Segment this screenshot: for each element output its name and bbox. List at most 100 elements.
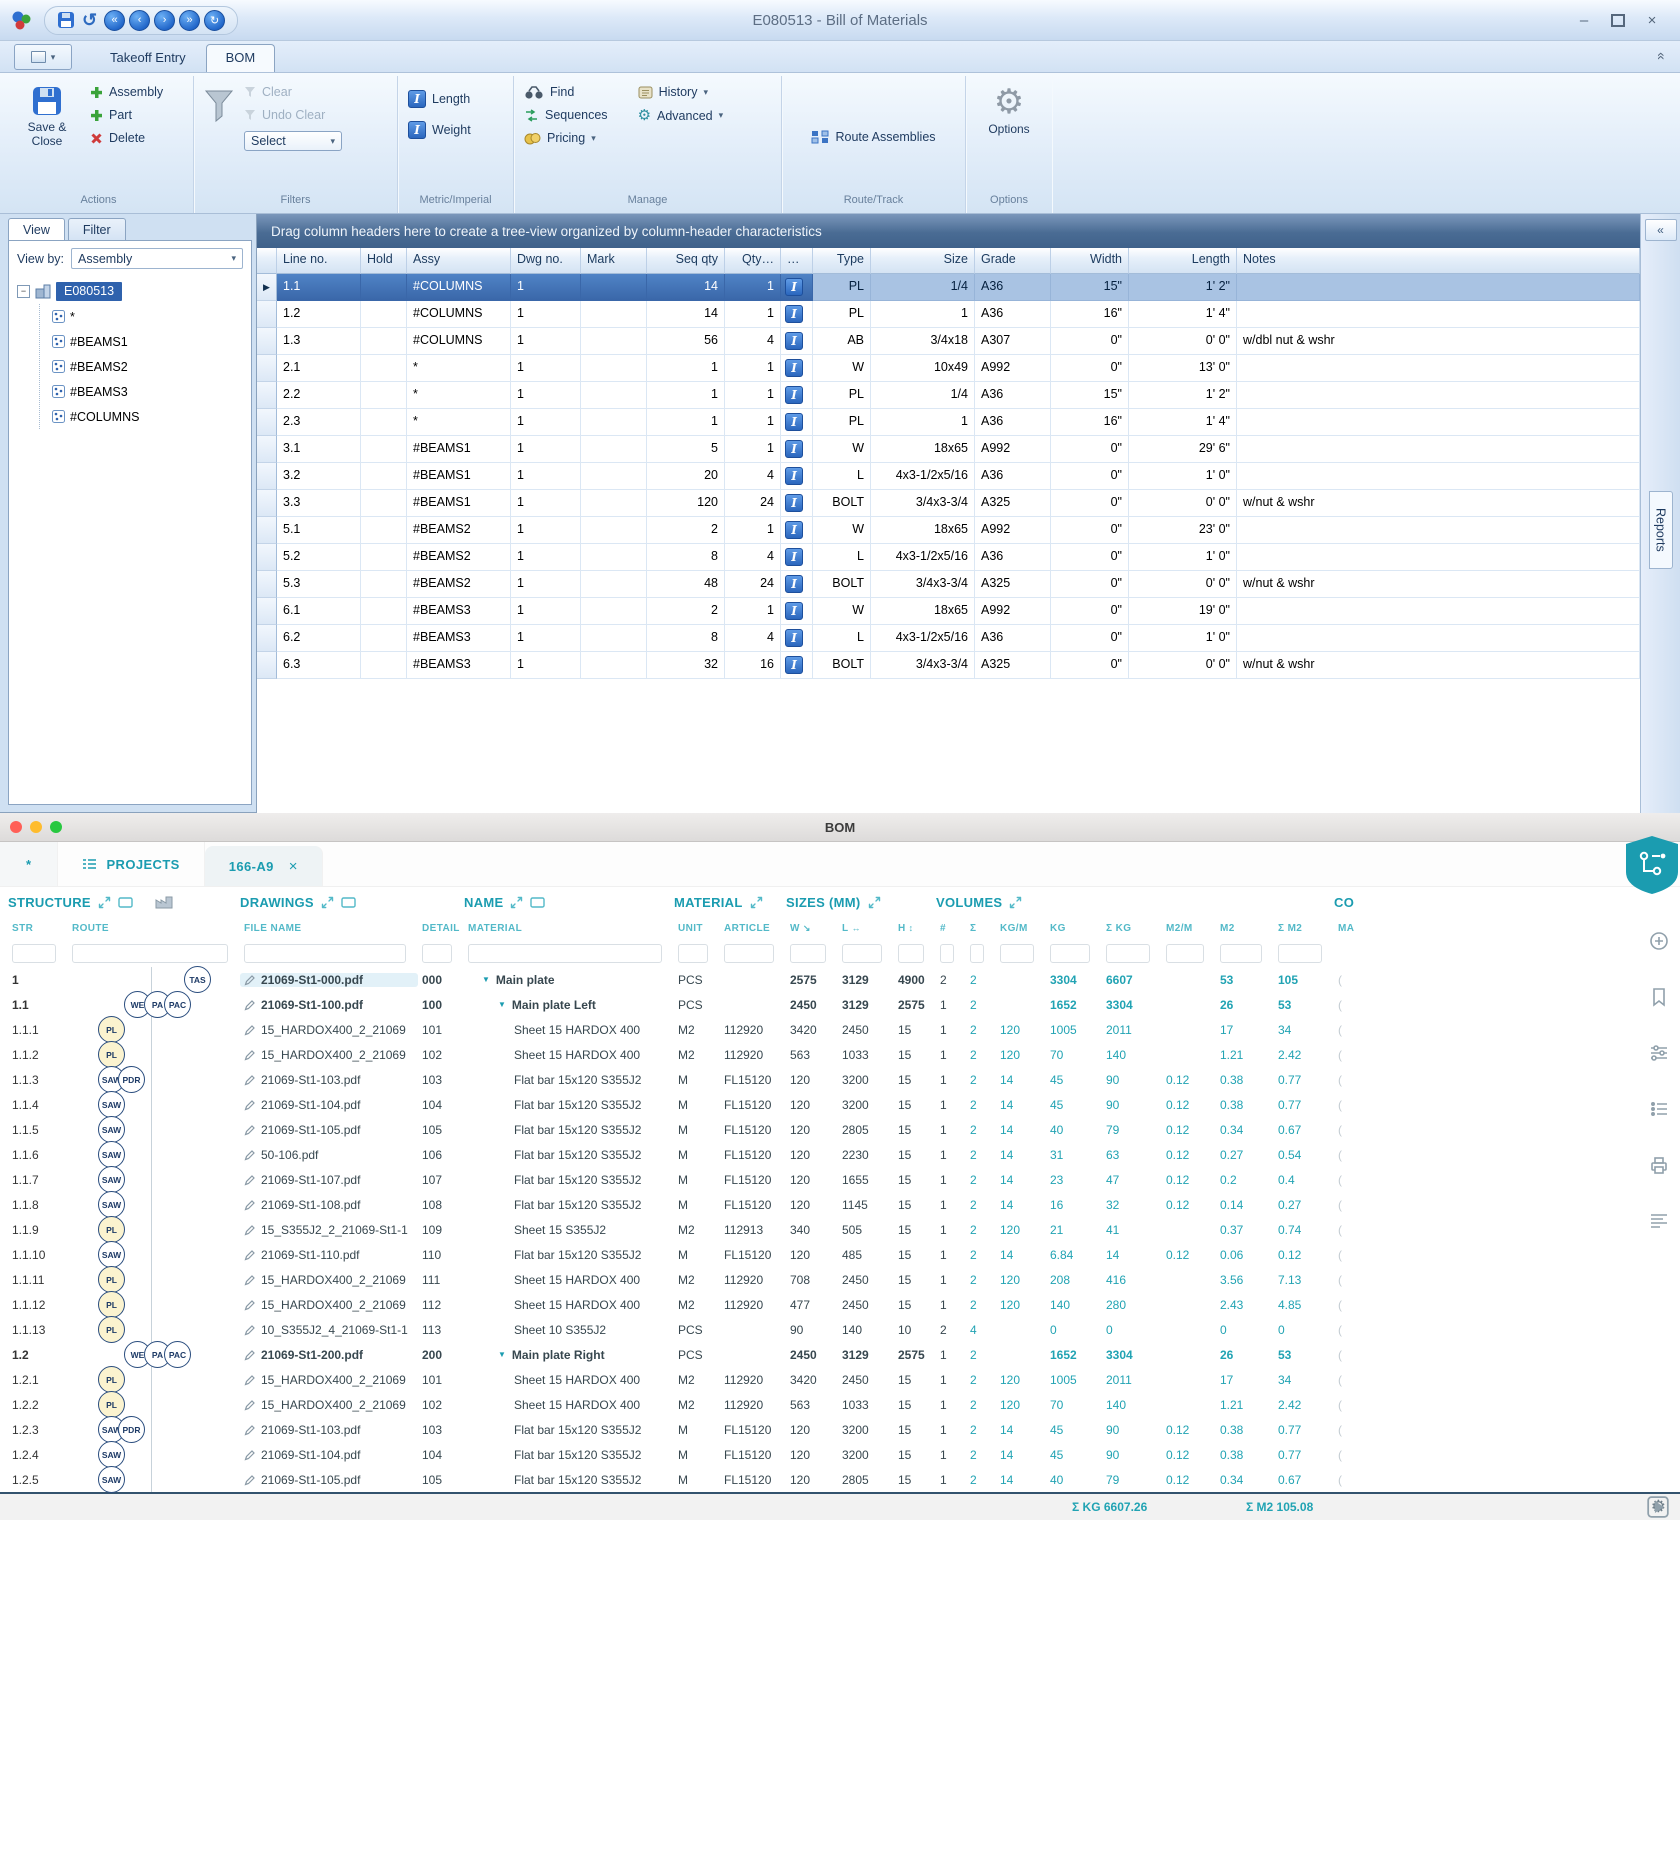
col-file-name[interactable]: FILE NAME (240, 923, 418, 934)
application-menu-button[interactable]: ▾ (14, 44, 72, 70)
tab-bom[interactable]: BOM (205, 44, 276, 72)
file-link[interactable]: 21069-St1-107.pdf (240, 1173, 418, 1187)
group-material[interactable]: MATERIAL (674, 895, 786, 910)
grid-row[interactable]: 2.2 * 1 1 1 I PL 1/4 A36 15" 1' 2" (257, 382, 1640, 409)
filter-kg-input[interactable] (1050, 943, 1090, 963)
grid-column-header[interactable]: … (781, 248, 813, 274)
file-link[interactable]: 15_HARDOX400_2_21069 (240, 1373, 418, 1387)
grid-row[interactable]: 1.2 #COLUMNS 1 14 1 I PL 1 A36 16" 1' 4" (257, 301, 1640, 328)
file-link[interactable]: 15_HARDOX400_2_21069 (240, 1398, 418, 1412)
group-name[interactable]: NAME (464, 895, 674, 910)
row-selector[interactable] (257, 517, 277, 544)
undo-icon[interactable]: ↺ (80, 10, 99, 31)
view-by-select[interactable]: Assembly ▾ (71, 248, 243, 269)
grid-column-header[interactable]: Assy (407, 248, 511, 274)
file-link[interactable]: 21069-St1-000.pdf (240, 972, 418, 987)
col-material-name[interactable]: MATERIAL (464, 923, 674, 934)
group-cost[interactable]: CO (1334, 895, 1356, 910)
col-route[interactable]: ROUTE (68, 923, 240, 934)
row-selector[interactable] (257, 382, 277, 409)
col-sum[interactable]: Σ (966, 923, 996, 934)
grid-row[interactable]: 3.2 #BEAMS1 1 20 4 I L 4x3-1/2x5/16 A36 0" 1' 0" (257, 463, 1640, 490)
bom-row[interactable]: 1.1.12 PL 15_HARDOX400_2_21069 112 Sheet 15 … (8, 1291, 1680, 1318)
filter-article-input[interactable] (724, 943, 774, 963)
file-link[interactable]: 15_HARDOX400_2_21069 (240, 1023, 418, 1037)
bom-row[interactable]: 1.1.13 PL 10_S355J2_4_21069-St1-1 113 Sheet … (8, 1316, 1680, 1343)
filter-material-input[interactable] (468, 943, 662, 963)
assembly-tree-item[interactable]: #BEAMS3 (52, 379, 251, 404)
grid-column-header[interactable]: Type (813, 248, 871, 274)
options-button[interactable]: ⚙ Options (974, 82, 1044, 140)
grid-column-header[interactable]: Grade (975, 248, 1051, 274)
nav-button[interactable]: ↻ (204, 9, 226, 31)
grid-row[interactable]: ▶ 1.1 #COLUMNS 1 14 1 I PL 1/4 A36 15" 1' 2" (257, 274, 1640, 301)
maximize-button[interactable] (1604, 9, 1632, 31)
col-m2[interactable]: M2 (1216, 923, 1274, 934)
file-link[interactable]: 21069-St1-103.pdf (240, 1073, 418, 1087)
grid-column-header[interactable]: Line no. (277, 248, 361, 274)
col-count[interactable]: # (936, 923, 966, 934)
row-selector[interactable] (257, 490, 277, 517)
col-w[interactable]: W ↘ (786, 923, 838, 934)
grid-row[interactable]: 1.3 #COLUMNS 1 56 4 I AB 3/4x18 A307 0" 0' 0" w/dbl… (257, 328, 1640, 355)
row-selector[interactable] (257, 436, 277, 463)
grid-row[interactable]: 3.3 #BEAMS1 1 120 24 I BOLT 3/4x3-3/4 A325 0" 0' 0… (257, 490, 1640, 517)
filter-unit-input[interactable] (678, 943, 708, 963)
sequences-button[interactable]: Sequences (524, 108, 608, 122)
bom-row[interactable]: 1.1.8 SAW 21069-St1-108.pdf 108 Flat bar 15x… (8, 1191, 1680, 1218)
file-link[interactable]: 50-106.pdf (240, 1148, 418, 1162)
close-traffic-button[interactable] (10, 821, 22, 833)
save-icon[interactable] (57, 11, 75, 29)
collapse-row-icon[interactable]: ▼ (498, 1000, 506, 1009)
file-link[interactable]: 21069-St1-105.pdf (240, 1473, 418, 1487)
file-link[interactable]: 21069-St1-104.pdf (240, 1448, 418, 1462)
add-icon[interactable] (1648, 930, 1670, 952)
grid-row[interactable]: 3.1 #BEAMS1 1 5 1 I W 18x65 A992 0" 29' 6" (257, 436, 1640, 463)
group-volumes[interactable]: VOLUMES (936, 895, 1334, 910)
group-structure[interactable]: STRUCTURE (8, 894, 240, 910)
save-close-button[interactable]: Save & Close (12, 82, 82, 152)
row-selector[interactable] (257, 625, 277, 652)
weight-button[interactable]: I Weight (408, 121, 471, 139)
filter-m2m-input[interactable] (1166, 943, 1204, 963)
file-link[interactable]: 21069-St1-105.pdf (240, 1123, 418, 1137)
col-sum-kg[interactable]: Σ KG (1102, 923, 1162, 934)
filter-h-input[interactable] (898, 943, 924, 963)
nav-button[interactable]: › (154, 9, 176, 31)
filter-count-input[interactable] (940, 943, 954, 963)
bom-row[interactable]: 1.2.4 SAW 21069-St1-104.pdf 104 Flat bar 15x… (8, 1441, 1680, 1468)
filter-route-input[interactable] (72, 943, 228, 963)
bom-row[interactable]: 1.2 WE PA PAC 21069-St1-200.pdf 200 ▼ Main plat… (8, 1341, 1680, 1368)
sliders-icon[interactable] (1648, 1042, 1670, 1064)
grid-row[interactable]: 2.1 * 1 1 1 I W 10x49 A992 0" 13' 0" (257, 355, 1640, 382)
part-button[interactable]: Part (90, 108, 163, 122)
bom-row[interactable]: 1.2.1 PL 15_HARDOX400_2_21069 101 Sheet 15 H… (8, 1366, 1680, 1393)
file-link[interactable]: 21069-St1-108.pdf (240, 1198, 418, 1212)
collapse-row-icon[interactable]: ▼ (498, 1350, 506, 1359)
tab-filter[interactable]: Filter (67, 218, 126, 241)
bom-row[interactable]: 1 TAS 21069-St1-000.pdf 000 ▼ Main plate PCS 25… (8, 966, 1680, 993)
tab-view[interactable]: View (8, 218, 65, 241)
filter-sumkg-input[interactable] (1106, 943, 1150, 963)
col-kg[interactable]: KG (1046, 923, 1102, 934)
grid-row[interactable]: 5.1 #BEAMS2 1 2 1 I W 18x65 A992 0" 23' 0" (257, 517, 1640, 544)
justify-icon[interactable] (1648, 1210, 1670, 1232)
bom-row[interactable]: 1.1.6 SAW 50-106.pdf 106 Flat bar 15x120 S35… (8, 1141, 1680, 1168)
file-link[interactable]: 21069-St1-100.pdf (240, 998, 418, 1012)
filter-l-input[interactable] (842, 943, 882, 963)
length-button[interactable]: I Length (408, 90, 471, 108)
row-selector[interactable] (257, 463, 277, 490)
collapse-ribbon-icon[interactable]: « (1654, 52, 1670, 60)
col-ma[interactable]: MA (1334, 923, 1356, 934)
row-selector[interactable] (257, 652, 277, 679)
close-tab-icon[interactable]: × (289, 858, 298, 875)
bom-row[interactable]: 1.1.10 SAW 21069-St1-110.pdf 110 Flat bar 15… (8, 1241, 1680, 1268)
file-link[interactable]: 21069-St1-200.pdf (240, 1348, 418, 1362)
minimize-button[interactable]: – (1570, 9, 1598, 31)
row-selector[interactable]: ▶ (257, 274, 277, 301)
bookmark-icon[interactable] (1648, 986, 1670, 1008)
filter-w-input[interactable] (790, 943, 826, 963)
filter-str-input[interactable] (12, 943, 56, 963)
row-selector[interactable] (257, 355, 277, 382)
advanced-button[interactable]: ⚙ Advanced ▾ (638, 108, 724, 123)
